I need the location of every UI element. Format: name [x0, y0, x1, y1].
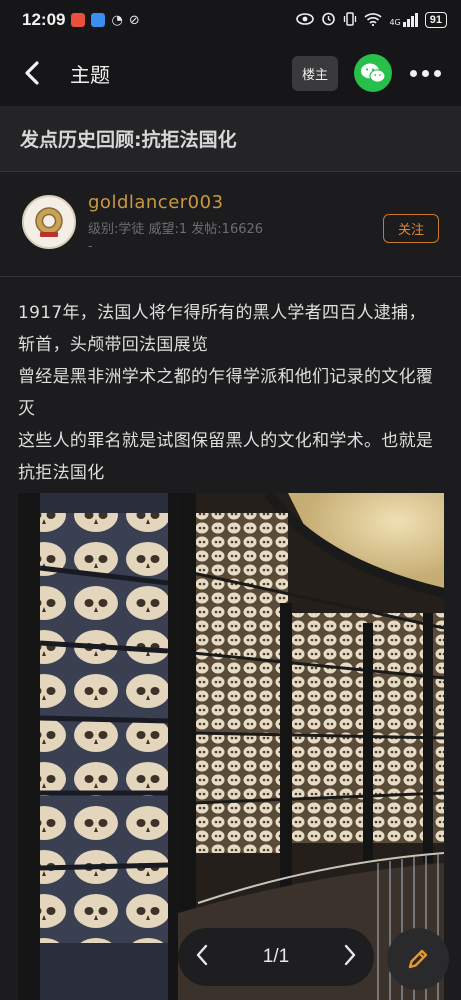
back-icon[interactable]	[18, 59, 46, 87]
alarm-icon	[321, 11, 336, 29]
signal-icon: 4G	[389, 13, 418, 27]
author-extra: -	[88, 239, 93, 254]
chevron-left-icon[interactable]	[196, 944, 208, 970]
post-body: 1917年，法国人将乍得所有的黑人学者四百人逮捕，斩首，头颅带回法国展览 曾经是…	[0, 277, 461, 1000]
skull-collection-photo	[18, 493, 444, 1000]
status-bar: 12:09 ◔ ⊘ 4G 91	[0, 0, 461, 40]
post-text: 1917年，法国人将乍得所有的黑人学者四百人逮捕，斩首，头颅带回法国展览 曾经是…	[18, 297, 443, 489]
speed-icon: ⊘	[128, 12, 140, 28]
wechat-icon	[361, 63, 386, 83]
nav-bar: 主题 楼主	[0, 40, 461, 106]
author-name[interactable]: goldlancer003	[88, 192, 263, 213]
more-options-icon[interactable]	[408, 64, 443, 83]
post-title: 发点历史回顾:抗拒法国化	[20, 129, 237, 151]
nav-title: 主题	[70, 62, 110, 87]
avatar[interactable]	[22, 195, 76, 249]
diving-helmet-icon	[35, 207, 63, 237]
edit-reply-button[interactable]	[387, 928, 449, 990]
battery-indicator: 91	[424, 12, 447, 28]
network-type-label: 4G	[389, 18, 401, 27]
post-title-bar: 发点历史回顾:抗拒法国化	[0, 106, 461, 172]
author-row: goldlancer003 级别:学徒 威望:1 发帖:16626 - 关注	[0, 172, 461, 277]
status-time: 12:09	[22, 10, 66, 29]
app-notification-icon	[91, 13, 106, 27]
vibrate-icon	[343, 11, 357, 29]
eye-icon	[296, 12, 315, 28]
louzhu-button[interactable]: 楼主	[291, 55, 338, 91]
app-notification-icon	[71, 13, 86, 27]
data-usage-icon: ◔	[111, 12, 123, 28]
post-image[interactable]	[18, 493, 444, 1000]
post-paragraph: 曾经是黑非洲学术之都的乍得学派和他们记录的文化覆灭	[18, 367, 434, 419]
author-meta: 级别:学徒 威望:1 发帖:16626	[88, 222, 264, 237]
post-paragraph: 1917年，法国人将乍得所有的黑人学者四百人逮捕，斩首，头颅带回法国展览	[18, 303, 426, 355]
post-paragraph: 这些人的罪名就是试图保留黑人的文化和学术。也就是抗拒法国化	[18, 431, 434, 483]
chevron-right-icon[interactable]	[344, 944, 356, 970]
image-pager: 1/1	[178, 928, 374, 986]
pencil-icon	[408, 949, 428, 969]
page-indicator: 1/1	[262, 946, 290, 967]
follow-button[interactable]: 关注	[382, 214, 439, 243]
wechat-share-button[interactable]	[354, 54, 392, 92]
wifi-icon	[364, 12, 382, 29]
